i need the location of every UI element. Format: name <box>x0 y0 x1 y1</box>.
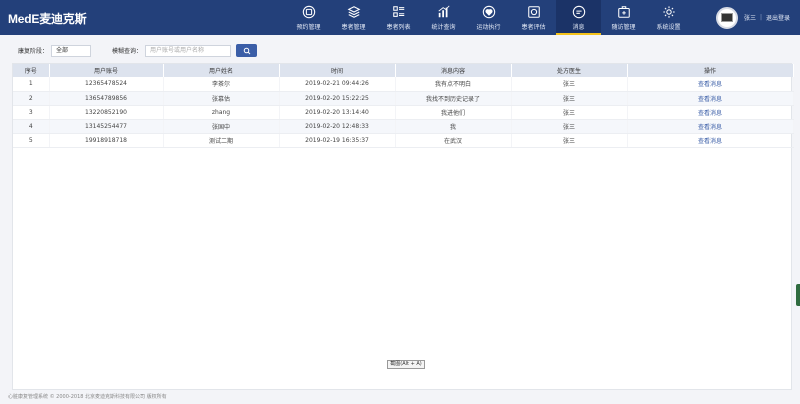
view-message-link[interactable]: 查看消息 <box>627 133 794 148</box>
nav-label: 系统设置 <box>656 24 681 31</box>
cell-message: 我进他们 <box>395 105 512 120</box>
nav-item-exercise[interactable]: 运动执行 <box>466 0 511 35</box>
list-icon <box>392 6 404 17</box>
nav-item-patient-list[interactable]: 患者列表 <box>376 0 421 35</box>
view-message-link[interactable]: 查看消息 <box>627 77 794 92</box>
stage-label: 康复阶段： <box>18 48 49 55</box>
table-row: 4 13145254477 张国中 2019-02-20 12:48:33 我 … <box>13 119 794 134</box>
column-header: 用户姓名 <box>163 64 280 77</box>
cell-account: 13220852190 <box>49 105 164 120</box>
top-navbar: MedE麦迪克斯 预约管理 患者管理 患者列表 统计查询 运动执行 患者评估 消… <box>0 0 800 35</box>
cell-index: 2 <box>13 91 50 106</box>
cell-message: 我 <box>395 119 512 134</box>
table-row: 2 13654789856 张慕估 2019-02-20 15:22:25 我找… <box>13 91 794 106</box>
view-message-link[interactable]: 查看消息 <box>627 91 794 106</box>
bar-chart-icon <box>437 5 450 18</box>
nav-label: 统计查询 <box>431 24 456 31</box>
search-button[interactable] <box>236 44 258 57</box>
nav-label: 消息 <box>572 24 585 31</box>
cell-index: 4 <box>13 119 50 134</box>
page: MedE麦迪克斯 预约管理 患者管理 患者列表 统计查询 运动执行 患者评估 消… <box>0 0 800 404</box>
cell-time: 2019-02-20 12:48:33 <box>279 119 396 134</box>
user-area: 张三 | 退出登录 <box>715 0 800 35</box>
table-row: 5 19918918718 测试二期 2019-02-19 16:35:37 在… <box>13 133 794 148</box>
column-header: 处方医生 <box>511 64 628 77</box>
cell-index: 5 <box>13 133 50 148</box>
filter-bar: 康复阶段： 全部 模糊查询： 用户账号或用户名称 <box>18 44 258 57</box>
column-header: 消息内容 <box>395 64 512 77</box>
layers-icon <box>347 6 360 18</box>
nav-label: 患者管理 <box>341 24 366 31</box>
cell-message: 在武汉 <box>395 133 512 148</box>
footer-copyright: 心脏康复管理系统 © 2000-2018 北京麦迪克斯科技有限公司 版权所有 <box>8 394 167 400</box>
cell-doctor: 张三 <box>511 77 628 92</box>
cell-time: 2019-02-21 09:44:26 <box>279 77 396 92</box>
table-panel: 序号 用户账号 用户姓名 时间 消息内容 处方医生 操作 1 123654785… <box>12 63 794 390</box>
message-table: 序号 用户账号 用户姓名 时间 消息内容 处方医生 操作 1 123654785… <box>13 64 794 148</box>
view-message-link[interactable]: 查看消息 <box>627 119 794 134</box>
table-row: 3 13220852190 zhang 2019-02-20 13:14:40 … <box>13 105 794 120</box>
brand-logo[interactable]: MedE麦迪克斯 <box>8 10 87 27</box>
search-input[interactable]: 用户账号或用户名称 <box>145 44 232 57</box>
nav-item-patient-management[interactable]: 患者管理 <box>331 0 376 35</box>
cell-name: 测试二期 <box>163 133 280 148</box>
cell-name: zhang <box>163 105 280 120</box>
main-nav: 预约管理 患者管理 患者列表 统计查询 运动执行 患者评估 消息 随访管理 系统… <box>286 0 691 35</box>
message-icon <box>572 5 585 19</box>
nav-item-follow-up[interactable]: 随访管理 <box>601 0 646 35</box>
cell-name: 李茶尔 <box>163 77 280 92</box>
cell-time: 2019-02-20 13:14:40 <box>279 105 396 120</box>
nav-label: 运动执行 <box>476 24 501 31</box>
avatar-image <box>720 13 733 22</box>
table-header-row: 序号 用户账号 用户姓名 时间 消息内容 处方医生 操作 <box>13 64 794 77</box>
view-message-link[interactable]: 查看消息 <box>627 105 794 120</box>
cell-account: 19918918718 <box>49 133 164 148</box>
table-row: 1 12365478524 李茶尔 2019-02-21 09:44:26 我有… <box>13 77 794 92</box>
nav-item-settings[interactable]: 系统设置 <box>646 0 691 35</box>
logout-link[interactable]: 退出登录 <box>766 13 790 22</box>
cell-index: 1 <box>13 77 50 92</box>
gear-icon <box>662 6 675 18</box>
cell-index: 3 <box>13 105 50 120</box>
separator: | <box>759 14 762 21</box>
nav-label: 患者评估 <box>521 24 546 31</box>
cell-name: 张慕估 <box>163 91 280 106</box>
column-header: 时间 <box>279 64 396 77</box>
assessment-icon <box>527 6 540 18</box>
cell-time: 2019-02-20 15:22:25 <box>279 91 396 106</box>
column-header: 操作 <box>627 64 794 77</box>
nav-label: 患者列表 <box>386 24 411 31</box>
cell-name: 张国中 <box>163 119 280 134</box>
search-icon <box>243 47 250 54</box>
column-header: 序号 <box>13 64 50 77</box>
nav-label: 随访管理 <box>611 24 636 31</box>
nav-item-assessment[interactable]: 患者评估 <box>511 0 556 35</box>
fuzzy-search-label: 模糊查询： <box>112 48 143 55</box>
avatar[interactable] <box>715 6 738 29</box>
stage-select[interactable]: 全部 <box>51 44 92 57</box>
nav-item-statistics[interactable]: 统计查询 <box>421 0 466 35</box>
cell-doctor: 张三 <box>511 133 628 148</box>
user-name[interactable]: 张三 <box>744 13 756 22</box>
briefcase-icon <box>617 6 630 18</box>
cell-message: 我有点不明白 <box>395 77 512 92</box>
cell-doctor: 张三 <box>511 119 628 134</box>
cell-doctor: 张三 <box>511 91 628 106</box>
cell-account: 13654789856 <box>49 91 164 106</box>
column-header: 用户账号 <box>49 64 164 77</box>
cell-account: 12365478524 <box>49 77 164 92</box>
cell-message: 我找不到历史记录了 <box>395 91 512 106</box>
nav-item-appointment[interactable]: 预约管理 <box>286 0 331 35</box>
side-feedback-tab[interactable] <box>796 284 800 306</box>
nav-label: 预约管理 <box>296 24 321 31</box>
cell-account: 13145254477 <box>49 119 164 134</box>
cell-doctor: 张三 <box>511 105 628 120</box>
cell-time: 2019-02-19 16:35:37 <box>279 133 396 148</box>
screenshot-tooltip: 截图(Alt + A) <box>387 360 425 369</box>
calendar-icon <box>302 5 315 19</box>
nav-item-messages[interactable]: 消息 <box>556 0 601 35</box>
heart-icon <box>482 5 495 19</box>
